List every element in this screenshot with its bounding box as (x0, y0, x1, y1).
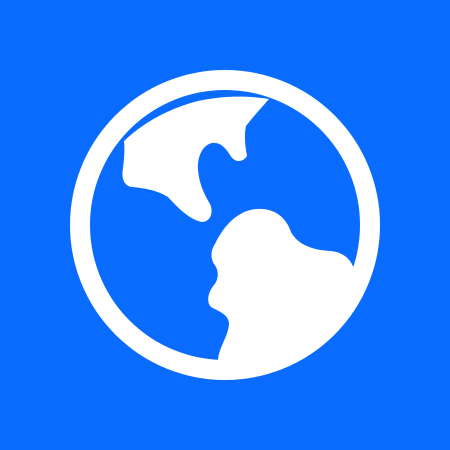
globe-continent-right (208, 208, 355, 371)
globe-icon (70, 70, 380, 380)
app-icon (0, 0, 450, 450)
